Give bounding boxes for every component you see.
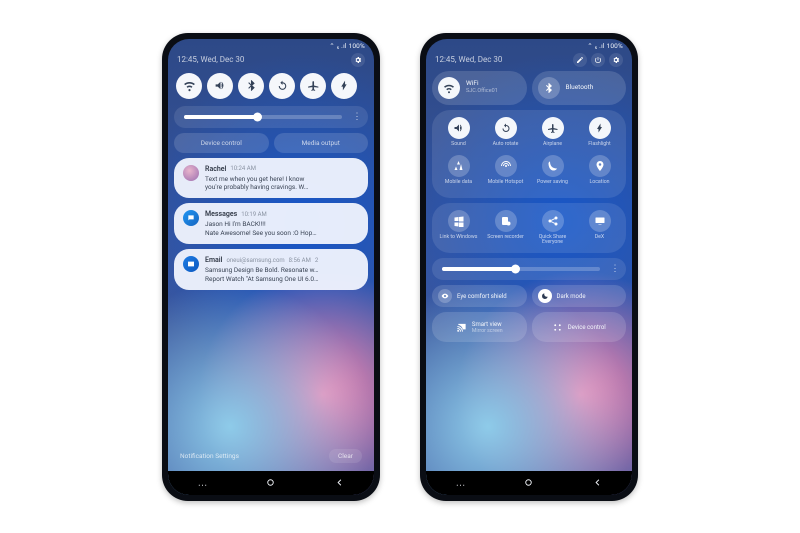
- messages-icon: [183, 210, 199, 226]
- settings-icon[interactable]: [351, 53, 365, 67]
- notification-settings-link[interactable]: Notification Settings: [180, 452, 239, 460]
- brightness-more-icon[interactable]: ⋮: [610, 264, 620, 274]
- grid-icon: [552, 322, 563, 333]
- panel-header: 12:45, Wed, Dec 30: [426, 51, 632, 71]
- avatar-rachel: [183, 165, 199, 181]
- airplane-toggle[interactable]: [300, 73, 326, 99]
- tile-mobile-hotspot[interactable]: Mobile Hotspot: [483, 155, 528, 191]
- tile-location[interactable]: Location: [577, 155, 622, 191]
- phone-left-notification-shade: ⌃ ₅ .ıl 100% 12:45, Wed, Dec 30 ⋮ Device…: [162, 33, 380, 501]
- cast-icon: [456, 322, 467, 333]
- tile-auto-rotate[interactable]: Auto rotate: [483, 117, 528, 153]
- bluetooth-toggle[interactable]: [238, 73, 264, 99]
- bluetooth-tile[interactable]: Bluetooth: [532, 71, 627, 105]
- tile-airplane[interactable]: Airplane: [530, 117, 575, 153]
- recents-button[interactable]: [455, 477, 466, 488]
- tile-screen-recorder[interactable]: Screen recorder: [483, 210, 528, 247]
- nav-bar: [426, 471, 632, 495]
- wifi-tile[interactable]: WiFi SJC.Office01: [432, 71, 527, 105]
- quick-tiles-grid-1: Sound Auto rotate Airplane Flashlight Mo…: [432, 110, 626, 198]
- back-button[interactable]: [334, 477, 345, 488]
- media-output-pill[interactable]: Media output: [274, 133, 369, 153]
- notification-card[interactable]: Messages 10:19 AM Jason Hi I'm BACK!!!! …: [174, 203, 368, 244]
- home-button[interactable]: [523, 477, 534, 488]
- quick-tiles-grid-2: Link to Windows Screen recorder Quick Sh…: [432, 203, 626, 254]
- quick-toggles-row: [174, 71, 368, 101]
- notification-card[interactable]: Email oneui@samsung.com 8:56 AM 2 Samsun…: [174, 249, 368, 290]
- notification-card[interactable]: Rachel 10:24 AM Text me when you get her…: [174, 158, 368, 199]
- brightness-more-icon[interactable]: ⋮: [352, 112, 362, 122]
- device-control-pill[interactable]: Device control: [174, 133, 269, 153]
- nav-bar: [168, 471, 374, 495]
- tile-dex[interactable]: DeX: [577, 210, 622, 247]
- tile-flashlight[interactable]: Flashlight: [577, 117, 622, 153]
- device-control-button[interactable]: Device control: [532, 312, 627, 342]
- panel-header: 12:45, Wed, Dec 30: [168, 51, 374, 71]
- tile-quick-share[interactable]: Quick Share Everyone: [530, 210, 575, 247]
- power-icon[interactable]: [591, 53, 605, 67]
- status-bar: ⌃ ₅ .ıl 100%: [426, 39, 632, 51]
- home-button[interactable]: [265, 477, 276, 488]
- clear-button[interactable]: Clear: [329, 449, 362, 463]
- rotate-toggle[interactable]: [269, 73, 295, 99]
- edit-icon[interactable]: [573, 53, 587, 67]
- wifi-icon: [438, 77, 460, 99]
- datetime-label: 12:45, Wed, Dec 30: [435, 55, 569, 64]
- brightness-slider[interactable]: ⋮: [174, 106, 368, 128]
- eye-comfort-toggle[interactable]: Eye comfort shield: [432, 285, 527, 307]
- smart-view-button[interactable]: Smart view Mirror screen: [432, 312, 527, 342]
- bluetooth-icon: [538, 77, 560, 99]
- sound-toggle[interactable]: [207, 73, 233, 99]
- back-button[interactable]: [592, 477, 603, 488]
- status-bar: ⌃ ₅ .ıl 100%: [168, 39, 374, 51]
- brightness-slider[interactable]: ⋮: [432, 258, 626, 280]
- phone-right-quick-panel: ⌃ ₅ .ıl 100% 12:45, Wed, Dec 30 WiFi SJC…: [420, 33, 638, 501]
- flashlight-toggle[interactable]: [331, 73, 357, 99]
- tile-mobile-data[interactable]: Mobile data: [436, 155, 481, 191]
- recents-button[interactable]: [197, 477, 208, 488]
- settings-icon[interactable]: [609, 53, 623, 67]
- wifi-toggle[interactable]: [176, 73, 202, 99]
- tile-link-windows[interactable]: Link to Windows: [436, 210, 481, 247]
- dark-mode-toggle[interactable]: Dark mode: [532, 285, 627, 307]
- tile-power-saving[interactable]: Power saving: [530, 155, 575, 191]
- tile-sound[interactable]: Sound: [436, 117, 481, 153]
- mail-icon: [183, 256, 199, 272]
- datetime-label: 12:45, Wed, Dec 30: [177, 55, 347, 64]
